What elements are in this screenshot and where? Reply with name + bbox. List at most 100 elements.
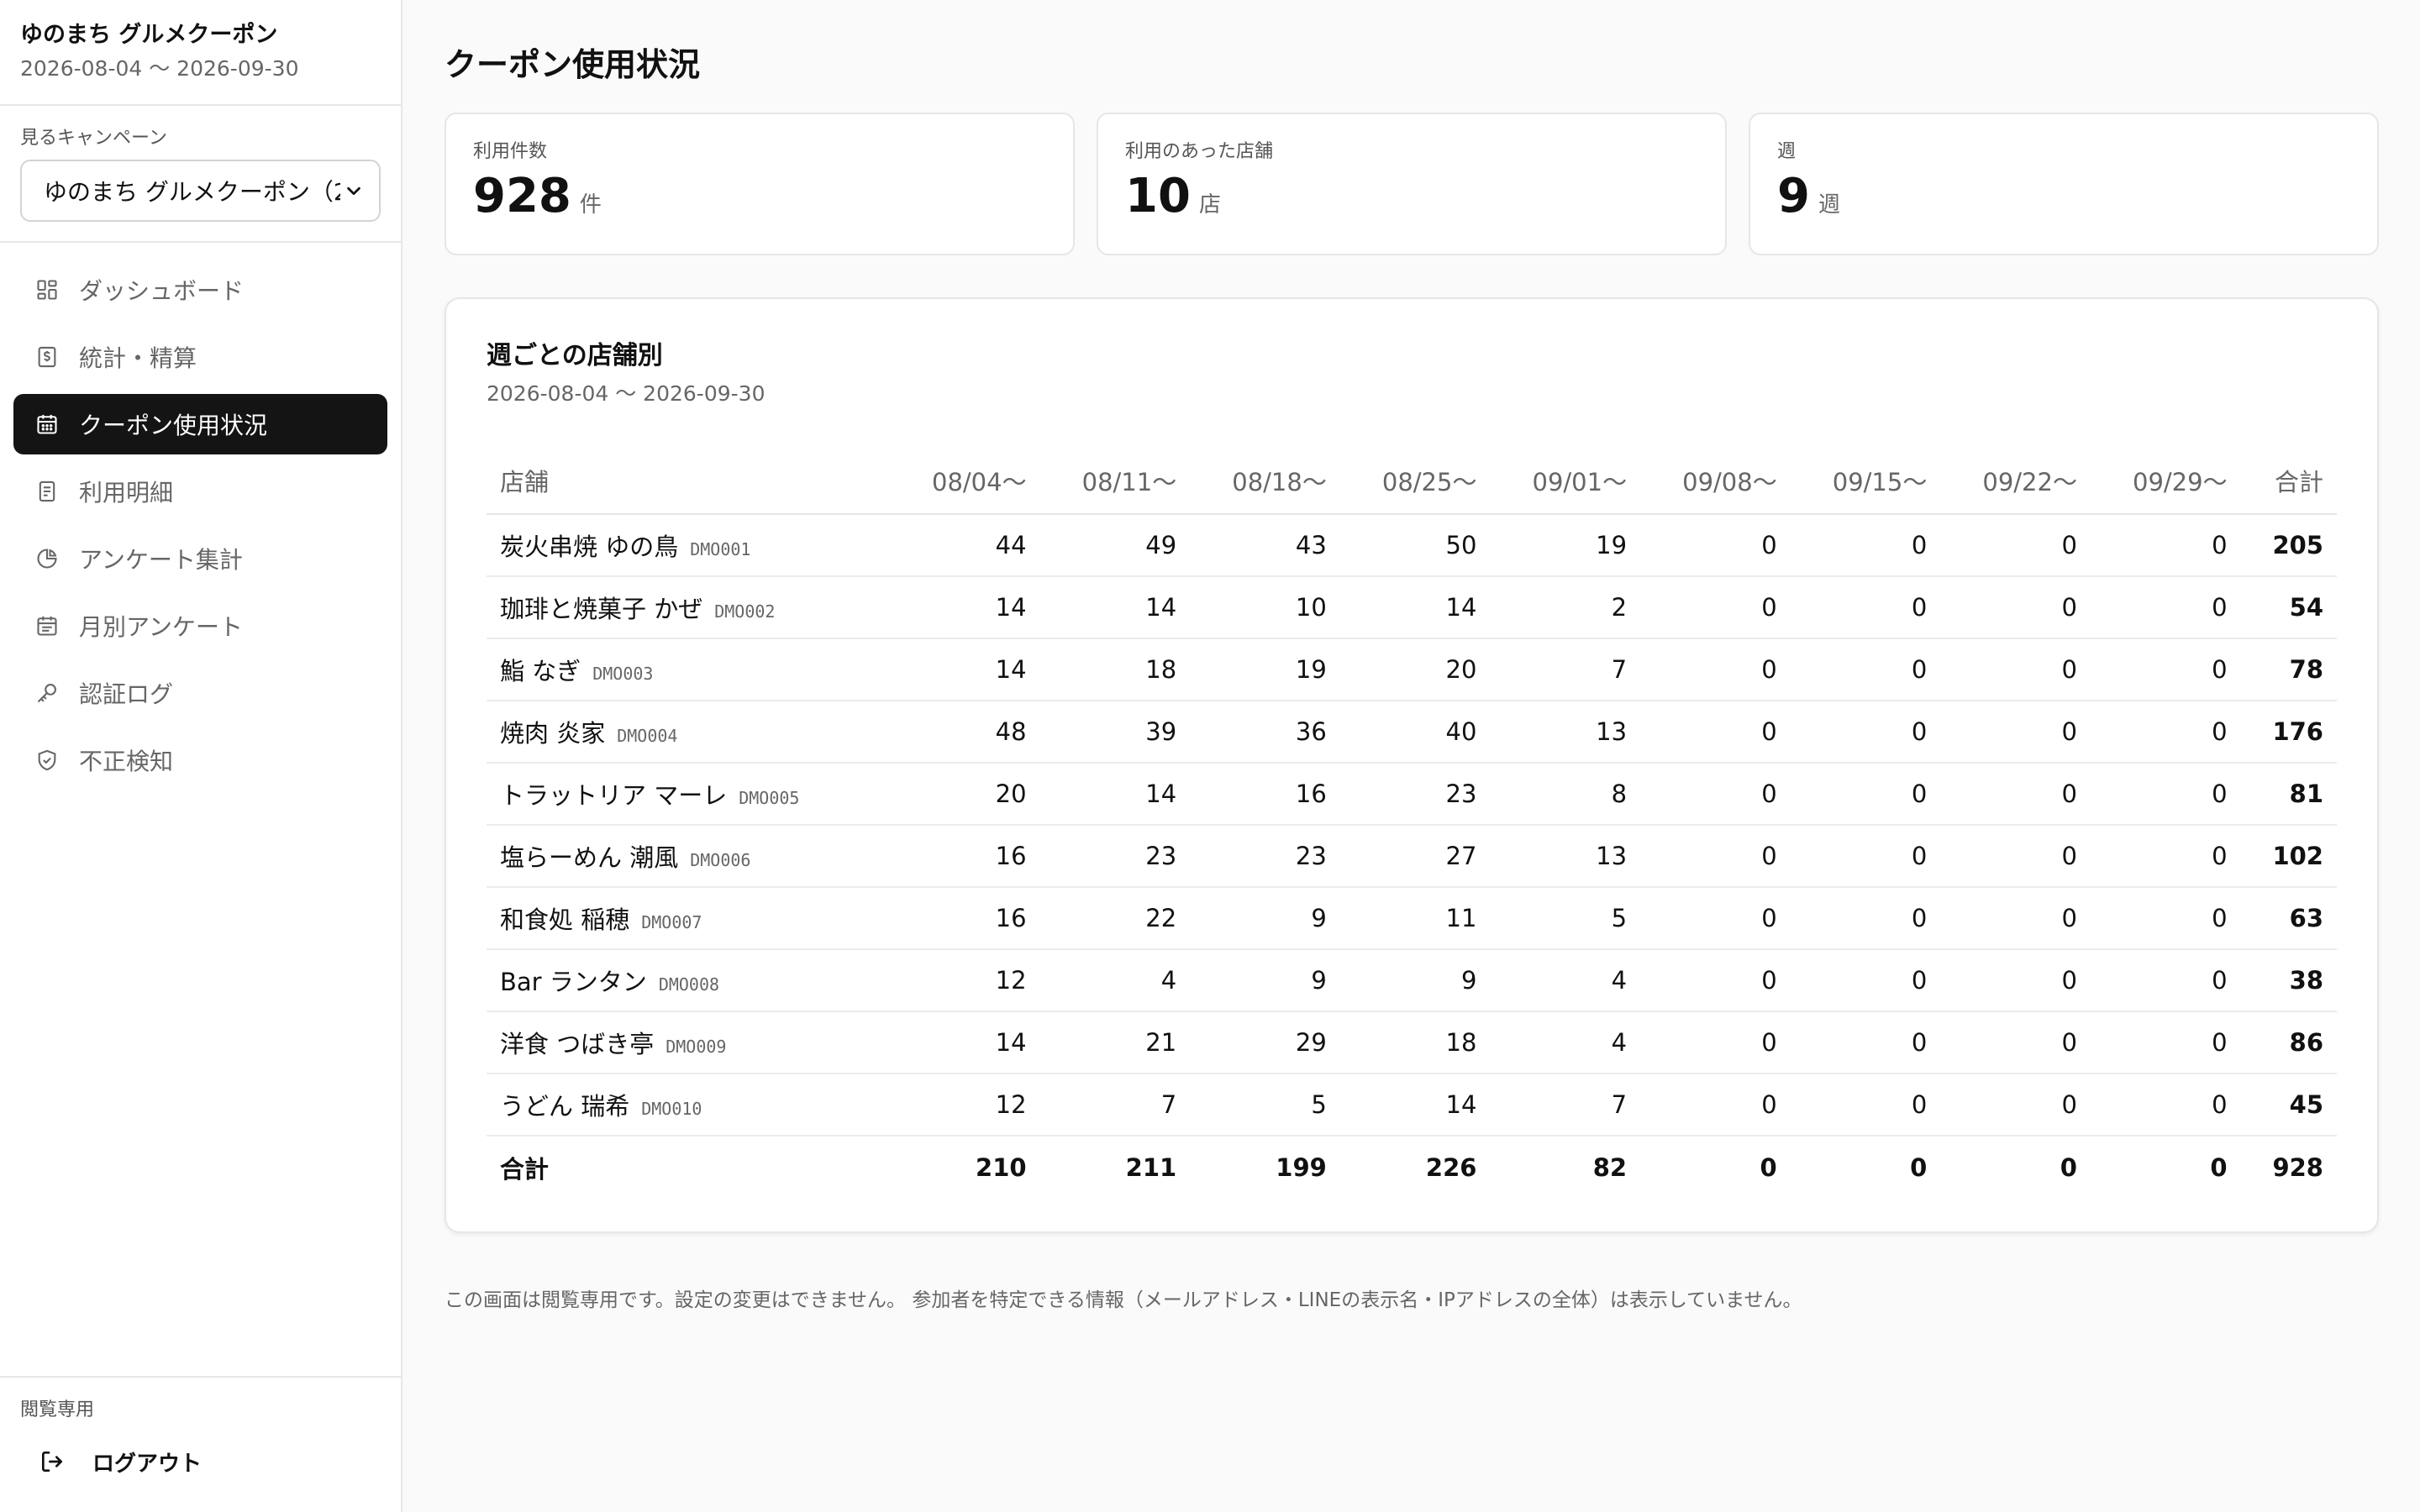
count-cell: 0 — [1940, 825, 2091, 888]
count-cell: 0 — [2090, 638, 2241, 701]
count-cell: 0 — [1790, 576, 1941, 639]
sum-cell: 0 — [2060, 1152, 2077, 1182]
count-cell: 40 — [1339, 701, 1491, 764]
count-cell: 0 — [1640, 763, 1791, 826]
shop-code: DMO006 — [690, 850, 751, 870]
table-row: Bar ランタン DMO008 12 4 9 9 4 0 0 0 0 38 — [487, 949, 2337, 1012]
count-cell: 2 — [1490, 576, 1641, 639]
app: ゆのまち グルメクーポン 2026-08-04 〜 2026-09-30 見るキ… — [0, 0, 2420, 1512]
nav-item-dashboard[interactable]: ダッシュボード — [13, 260, 387, 320]
count-cell: 7 — [1490, 1074, 1641, 1137]
row-total-cell: 45 — [2240, 1074, 2337, 1137]
column-header: 09/15〜 — [1790, 447, 1941, 515]
column-header: 09/29〜 — [2090, 447, 2241, 515]
shop-name: 焼肉 炎家 — [500, 719, 606, 748]
shop-name: 洋食 つばき亭 — [500, 1030, 655, 1058]
sum-cell: 210 — [976, 1152, 1027, 1182]
count-cell: 11 — [1339, 887, 1491, 950]
stat-card-usage-count: 利用件数 928 件 — [445, 113, 1075, 255]
nav-item-label: 統計・精算 — [79, 344, 197, 372]
campaign-select[interactable]: ゆのまち グルメクーポン（2 — [20, 160, 381, 222]
shop-name: 塩らーめん 潮風 — [500, 843, 679, 872]
calendar-icon — [34, 411, 60, 438]
shop-code: DMO007 — [641, 912, 702, 932]
stat-card-weeks: 週 9 週 — [1749, 113, 2379, 255]
campaign-period: 2026-08-04 〜 2026-09-30 — [20, 56, 299, 81]
sidebar: ゆのまち グルメクーポン 2026-08-04 〜 2026-09-30 見るキ… — [0, 0, 402, 1512]
count-cell: 9 — [1190, 949, 1340, 1012]
row-total-cell: 81 — [2240, 763, 2337, 826]
nav-item-coupon-usage[interactable]: クーポン使用状況 — [13, 394, 387, 454]
pie-chart-icon — [34, 545, 60, 572]
count-cell: 0 — [1940, 638, 2091, 701]
count-cell: 5 — [1190, 1074, 1340, 1137]
column-header: 08/18〜 — [1190, 447, 1340, 515]
table-row: 和食処 稲穂 DMO007 16 22 9 11 5 0 0 0 0 63 — [487, 887, 2337, 950]
count-cell: 9 — [1339, 949, 1491, 1012]
count-cell: 14 — [889, 638, 1040, 701]
stat-unit: 週 — [1818, 192, 1840, 218]
count-cell: 29 — [1190, 1011, 1340, 1074]
nav-item-label: クーポン使用状況 — [79, 412, 268, 439]
count-cell: 49 — [1039, 514, 1191, 577]
count-cell: 0 — [2090, 887, 2241, 950]
campaign-title: ゆのまち グルメクーポン — [20, 22, 278, 48]
count-cell: 18 — [1339, 1011, 1491, 1074]
nav-item-survey-summary[interactable]: アンケート集計 — [13, 528, 387, 589]
count-cell: 20 — [889, 763, 1040, 826]
count-cell: 5 — [1490, 887, 1641, 950]
sum-cell: 226 — [1425, 1152, 1477, 1182]
count-cell: 14 — [889, 576, 1040, 639]
nav-item-label: アンケート集計 — [79, 546, 243, 574]
shop-code: DMO003 — [592, 664, 654, 684]
count-cell: 0 — [1640, 949, 1791, 1012]
read-only-label: 閲覧専用 — [20, 1399, 95, 1420]
campaign-select-label: 見るキャンペーン — [20, 128, 167, 149]
count-cell: 14 — [1039, 763, 1191, 826]
stat-value: 10 店 — [1125, 170, 1698, 223]
nav-item-label: 月別アンケート — [79, 613, 243, 641]
column-header: 合計 — [2240, 447, 2337, 515]
column-header: 09/01〜 — [1490, 447, 1641, 515]
logout-label: ログアウト — [92, 1452, 203, 1477]
count-cell: 48 — [889, 701, 1040, 764]
nav-item-auth-log[interactable]: 認証ログ — [13, 663, 387, 723]
shop-code: DMO005 — [739, 788, 800, 808]
logout-icon — [39, 1448, 67, 1477]
count-cell: 0 — [2090, 825, 2241, 888]
sum-cell: 0 — [1760, 1152, 1777, 1182]
table-row: トラットリア マーレ DMO005 20 14 16 23 8 0 0 0 0 81 — [487, 763, 2337, 826]
count-cell: 9 — [1190, 887, 1340, 950]
nav-item-label: 認証ログ — [79, 680, 174, 708]
chevron-down-icon — [340, 177, 367, 204]
page-title: クーポン使用状況 — [445, 46, 701, 83]
shop-cell: うどん 瑞希 DMO010 — [487, 1074, 890, 1137]
logout-button[interactable]: ログアウト — [20, 1446, 381, 1478]
sidebar-nav: ダッシュボード 統計・精算 クーポン使用状況 利用明細 アンケート集計 月別アン… — [0, 243, 401, 814]
table-body: 炭火串焼 ゆの鳥 DMO001 44 49 43 50 19 0 0 0 0 205 珈琲と焼菓子 かぜ… — [487, 514, 2337, 1198]
count-cell: 4 — [1490, 1011, 1641, 1074]
row-total-cell: 38 — [2240, 949, 2337, 1012]
count-cell: 39 — [1039, 701, 1191, 764]
receipt-dollar-icon — [34, 344, 60, 370]
nav-item-fraud-detection[interactable]: 不正検知 — [13, 730, 387, 790]
count-cell: 0 — [2090, 514, 2241, 577]
footnote: この画面は閲覧専用です。設定の変更はできません。 参加者を特定できる情報（メール… — [445, 1289, 1802, 1311]
count-cell: 19 — [1190, 638, 1340, 701]
count-cell: 12 — [889, 949, 1040, 1012]
sum-cell: 82 — [1592, 1152, 1628, 1182]
stat-number: 9 — [1777, 169, 1810, 223]
card-title: 週ごとの店舗別 — [487, 341, 663, 370]
count-cell: 10 — [1190, 576, 1340, 639]
count-cell: 14 — [1339, 1074, 1491, 1137]
count-cell: 4 — [1039, 949, 1191, 1012]
count-cell: 50 — [1339, 514, 1491, 577]
nav-item-usage-details[interactable]: 利用明細 — [13, 461, 387, 522]
shop-name: 和食処 稲穂 — [500, 906, 630, 934]
stat-label: 利用のあった店舗 — [1125, 141, 1274, 162]
nav-item-stats-settlement[interactable]: 統計・精算 — [13, 327, 387, 387]
sum-cell: 211 — [1125, 1152, 1177, 1182]
count-cell: 0 — [1940, 1074, 2091, 1137]
count-cell: 0 — [1640, 1074, 1791, 1137]
nav-item-monthly-survey[interactable]: 月別アンケート — [13, 596, 387, 656]
